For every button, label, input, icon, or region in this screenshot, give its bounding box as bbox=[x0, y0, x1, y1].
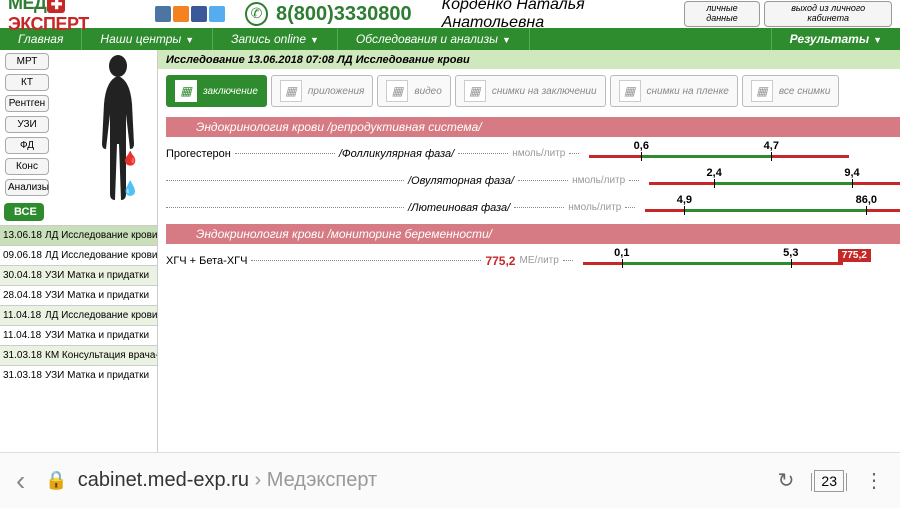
url-domain: cabinet.med-exp.ru bbox=[78, 469, 249, 491]
tab-все-снимки[interactable]: ▦все снимки bbox=[742, 75, 840, 107]
main-menu: Главная Наши центры▼ Запись online▼ Обсл… bbox=[0, 28, 900, 50]
phase-row: /Овуляторная фаза/ нмоль/литр 2,4 9,4 ▮▮… bbox=[158, 170, 900, 197]
visit-row[interactable]: 31.03.18КМ Консультация врача-г… bbox=[0, 345, 157, 365]
phone-number: 8(800)3330800 bbox=[276, 3, 412, 26]
result-header: Исследование 13.06.2018 07:08 ЛД Исследо… bbox=[158, 50, 900, 69]
result-title: Исследование 13.06.2018 07:08 ЛД Исследо… bbox=[166, 54, 470, 66]
phase-name: /Овуляторная фаза/ bbox=[408, 175, 514, 187]
reload-icon[interactable]: ↻ bbox=[778, 468, 795, 493]
phase-range: 4,9 86,0 bbox=[645, 200, 900, 216]
tab-приложения[interactable]: ▦приложения bbox=[271, 75, 373, 107]
filter-kons[interactable]: Конс bbox=[5, 158, 49, 175]
phase-unit: нмоль/литр bbox=[572, 175, 625, 186]
urine-drop-icon: 💧 bbox=[122, 180, 139, 197]
visit-row[interactable]: 09.06.18ЛД Исследование крови bbox=[0, 245, 157, 265]
tab-снимки-на-заключении[interactable]: ▦снимки на заключении bbox=[455, 75, 606, 107]
fb-icon[interactable] bbox=[191, 6, 207, 22]
hcg-unit: МЕ/литр bbox=[519, 255, 558, 266]
hcg-row: ХГЧ + Бета-ХГЧ 775,2 МЕ/литр 0,1 5,3 775… bbox=[158, 250, 900, 277]
vk-icon[interactable] bbox=[155, 6, 171, 22]
tab-снимки-на-пленке[interactable]: ▦снимки на пленке bbox=[610, 75, 738, 107]
phase-range: 2,4 9,4 bbox=[649, 173, 900, 189]
tab-bar: ▦заключение▦приложения▦видео▦снимки на з… bbox=[158, 69, 900, 117]
hcg-low: 0,1 bbox=[614, 247, 629, 259]
url-title: › Медэксперт bbox=[249, 469, 377, 491]
hormone-name: Прогестерон bbox=[166, 148, 231, 160]
filter-rentgen[interactable]: Рентген bbox=[5, 95, 49, 112]
logo-med: МЕД bbox=[8, 0, 46, 13]
phone-icon bbox=[245, 2, 268, 26]
app-header: МЕД✚ЭКСПЕРТ 8(800)3330800 Корденко Натал… bbox=[0, 0, 900, 28]
hcg-range: 0,1 5,3 775,2 bbox=[583, 253, 843, 269]
visit-row[interactable]: 30.04.18УЗИ Матка и придатки bbox=[0, 265, 157, 285]
browser-bar: ‹ 🔒 cabinet.med-exp.ru › Медэксперт ↻ 23… bbox=[0, 452, 900, 508]
back-icon[interactable]: ‹ bbox=[16, 465, 25, 497]
phase-range: 0,6 4,7 bbox=[589, 146, 849, 162]
menu-results[interactable]: Результаты▼ bbox=[771, 28, 900, 51]
logo-plus-icon: ✚ bbox=[47, 0, 65, 13]
phase-unit: нмоль/литр bbox=[568, 202, 621, 213]
tw-icon[interactable] bbox=[209, 6, 225, 22]
visit-row[interactable]: 31.03.18УЗИ Матка и придатки bbox=[0, 365, 157, 385]
hcg-value: 775,2 bbox=[485, 254, 515, 268]
filter-kt[interactable]: КТ bbox=[5, 74, 49, 91]
section-pregnancy: Эндокринология крови /мониторинг беремен… bbox=[166, 224, 900, 244]
logout-button[interactable]: выход из личного кабинета bbox=[764, 1, 892, 27]
menu-tests[interactable]: Обследования и анализы▼ bbox=[338, 28, 530, 51]
visit-row[interactable]: 11.04.18УЗИ Матка и придатки bbox=[0, 325, 157, 345]
tabs-count[interactable]: 23 bbox=[814, 470, 844, 492]
menu-main[interactable]: Главная bbox=[0, 28, 82, 50]
visit-row[interactable]: 28.04.18УЗИ Матка и придатки bbox=[0, 285, 157, 305]
filter-fd[interactable]: ФД bbox=[5, 137, 49, 154]
filter-mrt[interactable]: МРТ bbox=[5, 53, 49, 70]
menu-centers[interactable]: Наши центры▼ bbox=[82, 28, 213, 51]
filter-all-button[interactable]: ВСЕ bbox=[4, 203, 44, 221]
phase-row: /Лютеиновая фаза/ нмоль/литр 4,9 86,0 ▮▮… bbox=[158, 197, 900, 224]
visit-row[interactable]: 13.06.18ЛД Исследование крови bbox=[0, 225, 157, 245]
blood-drop-icon: 🩸 bbox=[122, 150, 139, 167]
personal-data-button[interactable]: личные данные bbox=[684, 1, 761, 27]
hcg-badge: 775,2 bbox=[838, 249, 871, 262]
social-icons bbox=[155, 6, 225, 22]
tab-видео[interactable]: ▦видео bbox=[377, 75, 450, 107]
sidebar: МРТ КТ Рентген УЗИ ФД Конс Анализы 🩸 💧 В… bbox=[0, 50, 158, 452]
lock-icon: 🔒 bbox=[45, 470, 67, 491]
main-panel: Исследование 13.06.2018 07:08 ЛД Исследо… bbox=[158, 50, 900, 452]
filter-uzi[interactable]: УЗИ bbox=[5, 116, 49, 133]
phase-name: /Лютеиновая фаза/ bbox=[408, 202, 510, 214]
menu-booking[interactable]: Запись online▼ bbox=[213, 28, 338, 51]
tab-заключение[interactable]: ▦заключение bbox=[166, 75, 267, 107]
menu-dots-icon[interactable]: ⋮ bbox=[864, 468, 884, 493]
phase-row: Прогестерон /Фолликулярная фаза/ нмоль/л… bbox=[158, 143, 900, 170]
visits-list: 13.06.18ЛД Исследование крови09.06.18ЛД … bbox=[0, 225, 157, 452]
filter-panel: МРТ КТ Рентген УЗИ ФД Конс Анализы 🩸 💧 bbox=[0, 50, 157, 199]
visit-row[interactable]: 11.04.18ЛД Исследование крови bbox=[0, 305, 157, 325]
section-reproductive: Эндокринология крови /репродуктивная сис… bbox=[166, 117, 900, 137]
phase-name: /Фолликулярная фаза/ bbox=[339, 148, 454, 160]
ok-icon[interactable] bbox=[173, 6, 189, 22]
hcg-name: ХГЧ + Бета-ХГЧ bbox=[166, 255, 247, 267]
url-bar[interactable]: 🔒 cabinet.med-exp.ru › Медэксперт bbox=[45, 469, 757, 492]
body-figure[interactable] bbox=[83, 54, 153, 204]
phase-unit: нмоль/литр bbox=[512, 148, 565, 159]
filter-analyses[interactable]: Анализы bbox=[5, 179, 49, 196]
hcg-high: 5,3 bbox=[783, 247, 798, 259]
